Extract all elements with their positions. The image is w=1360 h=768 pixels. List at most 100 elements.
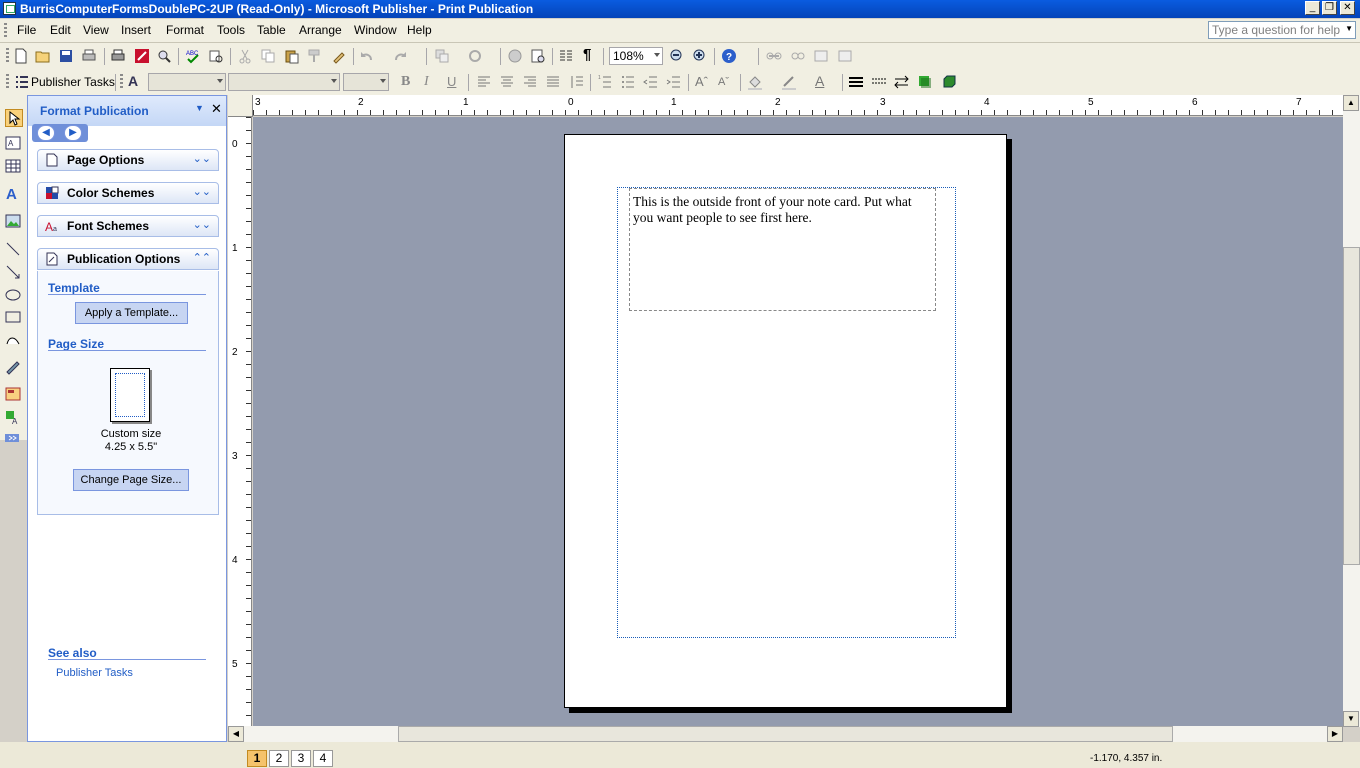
workspace[interactable]: This is the outside front of your note c… — [253, 117, 1343, 726]
more-tools-icon[interactable] — [5, 430, 21, 446]
menu-table[interactable]: Table — [257, 23, 286, 37]
publisher-app-icon[interactable] — [3, 2, 16, 15]
brush-icon[interactable] — [331, 48, 347, 64]
publisher-tasks-button[interactable]: Publisher Tasks — [31, 75, 115, 89]
open-folder-icon[interactable] — [35, 48, 51, 64]
help-icon[interactable]: ? — [721, 48, 737, 64]
chevron-down-icon[interactable]: ⌄⌄ — [193, 152, 211, 165]
section-page-options[interactable]: Page Options ⌄⌄ — [37, 149, 219, 171]
page-tab-1[interactable]: 1 — [247, 750, 267, 767]
menu-format[interactable]: Format — [166, 23, 204, 37]
shadow-style-icon[interactable] — [917, 74, 933, 90]
spelling-icon[interactable]: ABC — [185, 48, 201, 64]
bring-to-front-icon — [435, 49, 449, 63]
oval-tool-icon[interactable] — [5, 287, 21, 303]
close-button[interactable]: ✕ — [1340, 1, 1355, 15]
toolbar-grip[interactable] — [6, 74, 9, 90]
dash-style-icon[interactable] — [871, 74, 887, 90]
publication-page[interactable]: This is the outside front of your note c… — [564, 134, 1007, 708]
menu-insert[interactable]: Insert — [121, 23, 151, 37]
text-box-icon[interactable]: A — [5, 135, 21, 151]
page-tab-2[interactable]: 2 — [269, 750, 289, 767]
zoom-in-icon[interactable] — [692, 48, 708, 64]
menu-view[interactable]: View — [83, 23, 109, 37]
close-icon[interactable]: ✕ — [211, 101, 222, 117]
save-icon[interactable] — [58, 48, 74, 64]
insert-form-control-icon[interactable]: A — [5, 409, 21, 425]
print-icon[interactable] — [110, 48, 126, 64]
minimize-button[interactable]: _ — [1305, 1, 1320, 15]
design-gallery-icon[interactable] — [5, 386, 21, 402]
chevron-up-icon[interactable]: ⌃⌃ — [193, 251, 211, 264]
picture-frame-icon[interactable] — [5, 213, 21, 229]
ask-question-input[interactable]: Type a question for help ▼ — [1208, 21, 1356, 39]
section-publication-options[interactable]: Publication Options ⌃⌃ — [37, 248, 219, 270]
section-font-schemes[interactable]: Aa Font Schemes ⌄⌄ — [37, 215, 219, 237]
horizontal-scroll-thumb[interactable] — [398, 726, 1173, 742]
columns-icon[interactable] — [558, 48, 574, 64]
ruler-corner[interactable] — [228, 95, 253, 117]
arrow-tool-icon[interactable] — [5, 264, 21, 280]
scroll-up-button[interactable]: ▲ — [1343, 95, 1359, 111]
publisher-tasks-link[interactable]: Publisher Tasks — [56, 667, 133, 679]
wordart-icon[interactable]: A — [5, 185, 21, 201]
horizontal-scrollbar[interactable]: ◀ ▶ — [228, 726, 1343, 742]
forward-arrow-icon[interactable]: ▶ — [64, 125, 82, 141]
menu-file[interactable]: File — [17, 23, 36, 37]
vertical-scroll-thumb[interactable] — [1343, 247, 1360, 565]
arrow-style-icon[interactable] — [894, 74, 910, 90]
menubar-grip[interactable] — [4, 23, 7, 38]
vertical-scrollbar[interactable]: ▲ ▼ — [1343, 95, 1360, 727]
ruler-label: 0 — [568, 97, 574, 108]
hotspot-icon[interactable] — [5, 360, 21, 376]
zoom-out-icon[interactable] — [669, 48, 685, 64]
autoshapes-icon[interactable] — [5, 332, 21, 348]
chevron-down-icon[interactable] — [654, 53, 660, 57]
tasks-list-icon[interactable] — [14, 74, 30, 90]
select-arrow-icon[interactable] — [5, 109, 23, 127]
scroll-left-button[interactable]: ◀ — [228, 726, 244, 742]
search-icon[interactable] — [156, 48, 172, 64]
scroll-right-button[interactable]: ▶ — [1327, 726, 1343, 742]
print-preview-icon[interactable] — [81, 48, 97, 64]
page-size-thumbnail[interactable] — [110, 368, 150, 422]
styles-icon[interactable]: A — [128, 73, 144, 89]
chevron-down-icon[interactable]: ⌄⌄ — [193, 218, 211, 231]
line-tool-icon[interactable] — [5, 241, 21, 257]
web-preview-icon[interactable] — [530, 48, 546, 64]
paste-icon[interactable] — [284, 48, 300, 64]
chevron-down-icon[interactable]: ▼ — [1345, 24, 1353, 33]
menu-tools[interactable]: Tools — [217, 23, 245, 37]
text-frame[interactable]: This is the outside front of your note c… — [629, 188, 936, 311]
3d-style-icon[interactable] — [941, 74, 957, 90]
menu-arrange[interactable]: Arrange — [299, 23, 342, 37]
chevron-down-icon[interactable]: ⌄⌄ — [193, 185, 211, 198]
menu-edit[interactable]: Edit — [50, 23, 71, 37]
insert-table-icon[interactable] — [5, 158, 21, 174]
horizontal-ruler[interactable]: 3 2 1 0 1 2 3 4 5 6 7 — [253, 95, 1343, 116]
vertical-ruler[interactable]: 0 1 2 3 4 5 — [228, 117, 252, 727]
research-icon[interactable] — [134, 48, 150, 64]
section-color-schemes[interactable]: Color Schemes ⌄⌄ — [37, 182, 219, 204]
font-size-select — [343, 73, 389, 91]
zoom-select[interactable]: 108% — [609, 47, 663, 65]
rectangle-tool-icon[interactable] — [5, 309, 21, 325]
line-style-icon[interactable] — [848, 74, 864, 90]
research-book-icon[interactable] — [208, 48, 224, 64]
back-arrow-icon[interactable]: ◀ — [37, 125, 55, 141]
toolbar-grip[interactable] — [6, 48, 9, 64]
toolbar-grip[interactable] — [120, 74, 123, 90]
menu-help[interactable]: Help — [407, 23, 432, 37]
menu-window[interactable]: Window — [354, 23, 397, 37]
restore-button[interactable]: ❐ — [1322, 1, 1337, 15]
new-document-icon[interactable] — [13, 48, 29, 64]
pilcrow-icon[interactable]: ¶ — [583, 47, 599, 63]
scroll-down-button[interactable]: ▼ — [1343, 711, 1359, 727]
page-tab-3[interactable]: 3 — [291, 750, 311, 767]
text-frame-content[interactable]: This is the outside front of your note c… — [633, 194, 912, 225]
task-pane-menu-icon[interactable]: ▼ — [195, 103, 204, 113]
apply-template-button[interactable]: Apply a Template... — [75, 302, 188, 324]
change-page-size-button[interactable]: Change Page Size... — [73, 469, 189, 491]
page-tab-4[interactable]: 4 — [313, 750, 333, 767]
decrease-indent-icon — [643, 76, 657, 88]
